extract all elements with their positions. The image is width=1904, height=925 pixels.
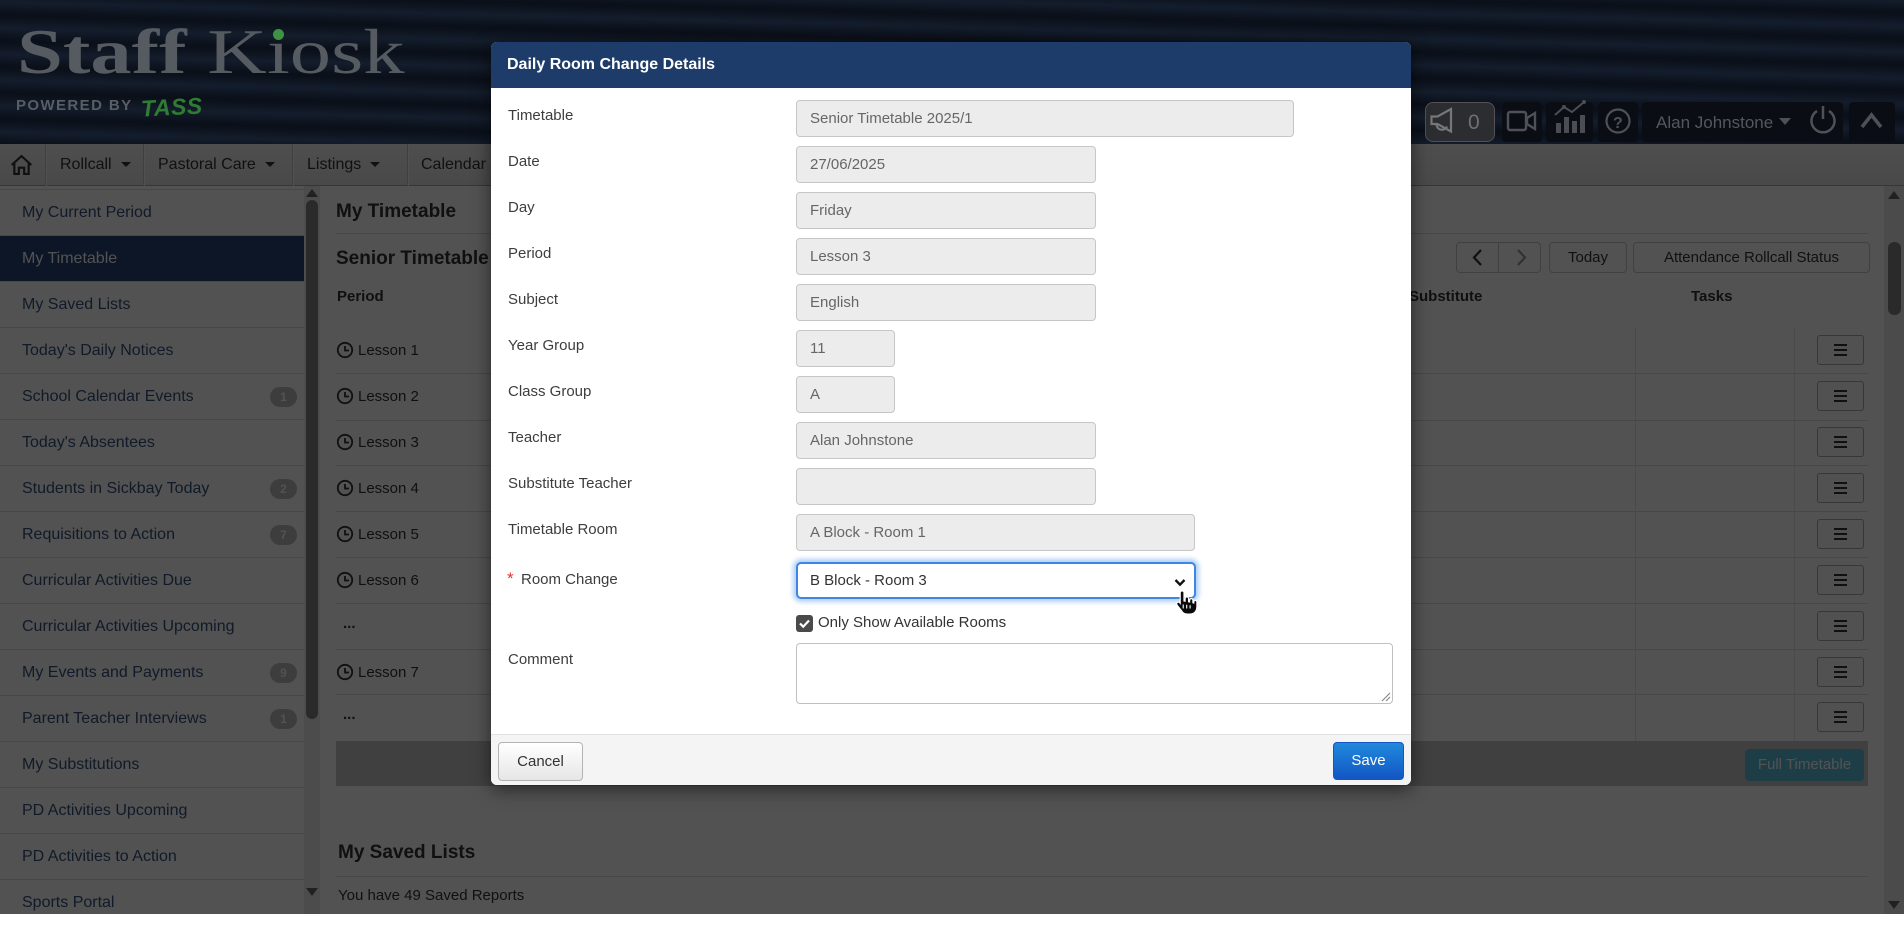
svg-text:?: ? (1613, 115, 1623, 132)
svg-text:Alan Johnstone: Alan Johnstone (1656, 113, 1773, 132)
svg-text:0: 0 (1468, 111, 1480, 134)
